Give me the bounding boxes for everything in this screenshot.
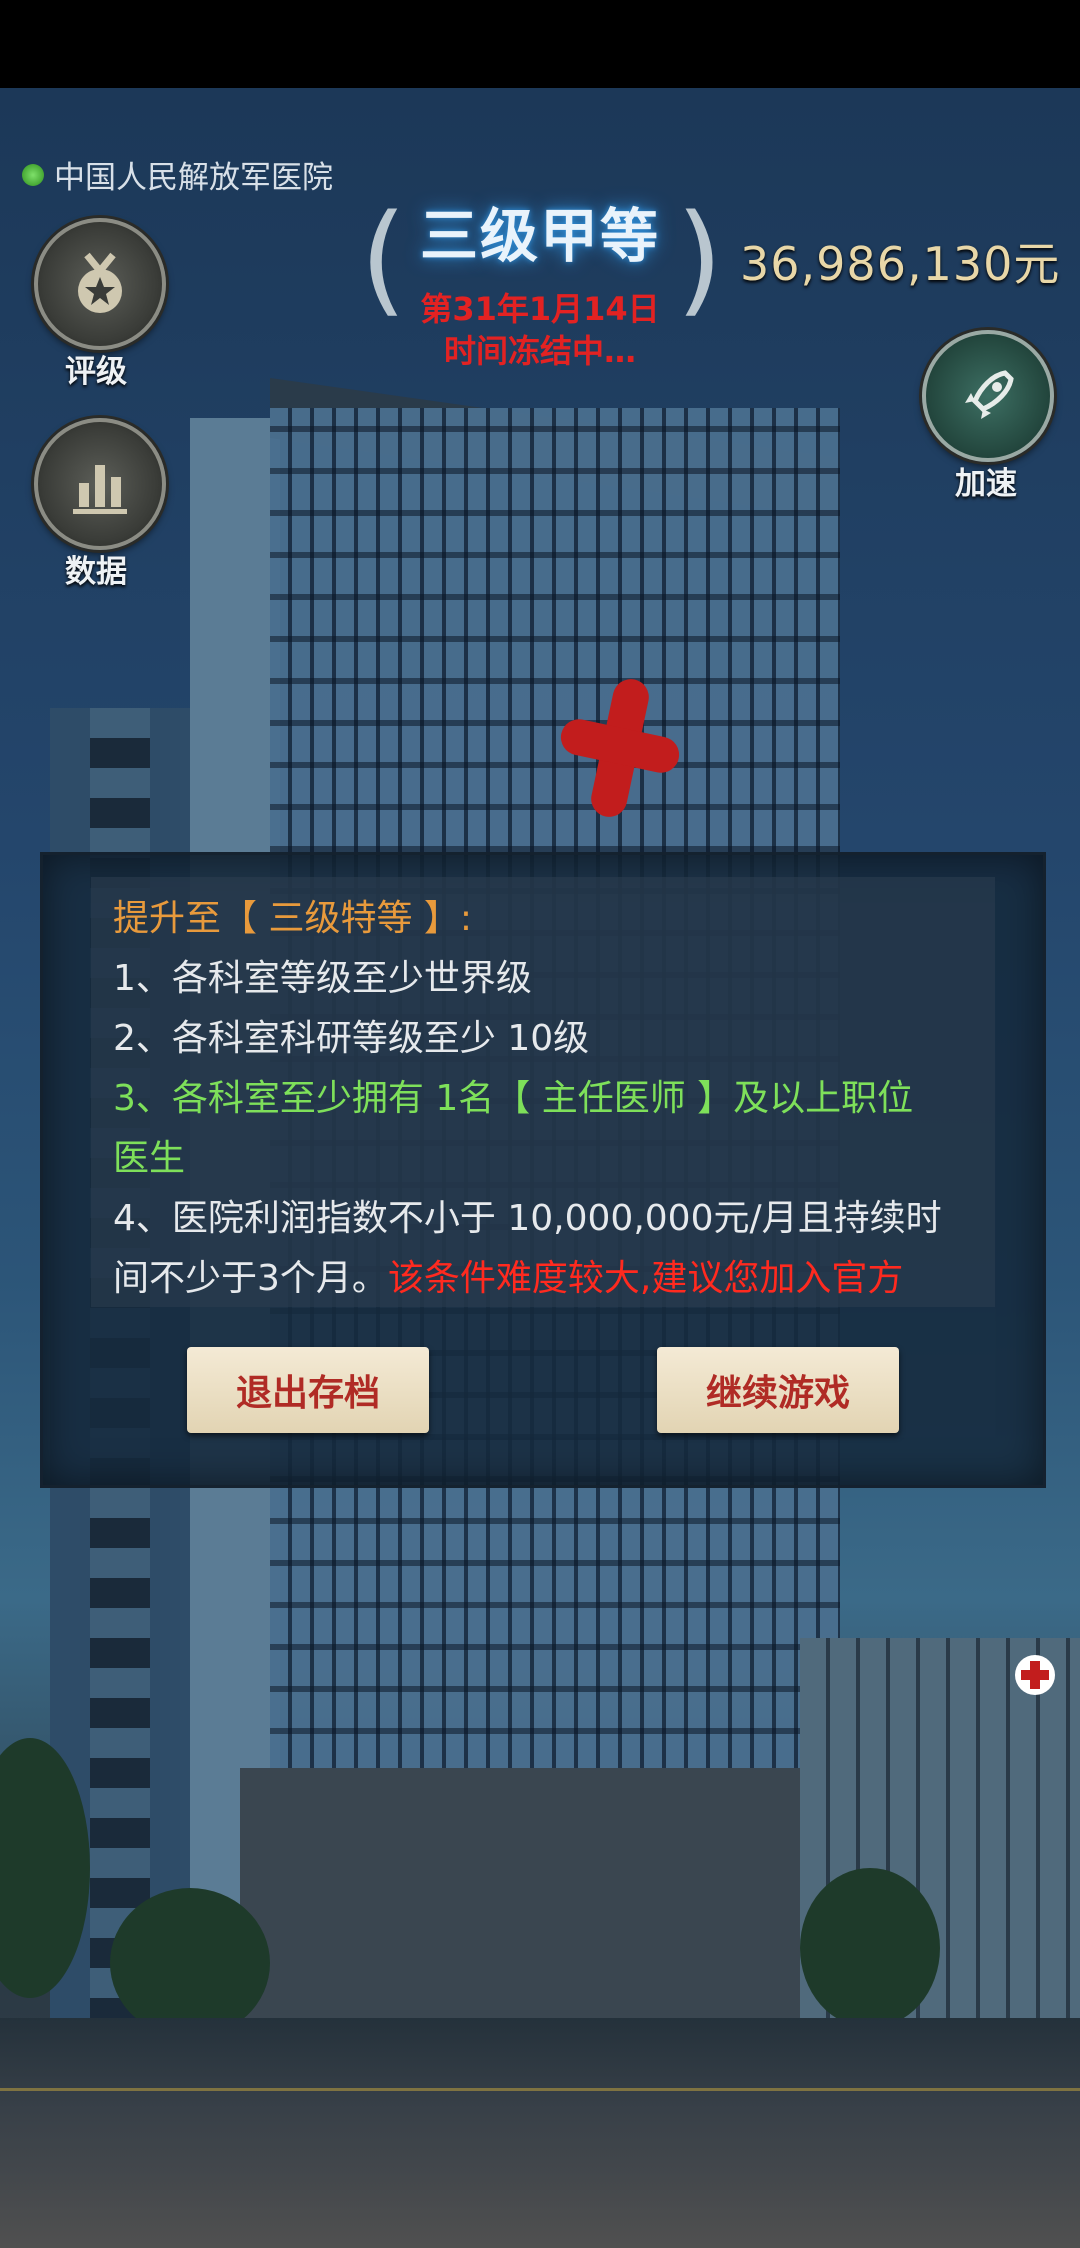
small-red-cross-icon bbox=[1015, 1655, 1055, 1695]
time-frozen-status: 时间冻结中… bbox=[443, 332, 636, 370]
medal-icon bbox=[38, 222, 162, 346]
dialog-title: 提升至【 三级特等 】: bbox=[113, 898, 473, 939]
bar-chart-icon bbox=[38, 422, 162, 546]
requirements-box: 提升至【 三级特等 】: 1、各科室等级至少世界级 2、各科室科研等级至少 10… bbox=[91, 877, 995, 1307]
hospital-name: 中国人民解放军医院 bbox=[22, 152, 333, 197]
requirement-4-text: 间不少于3个月。 bbox=[113, 1258, 388, 1299]
road-line bbox=[0, 2088, 1080, 2091]
data-label: 数据 bbox=[65, 554, 127, 590]
rank-title: 三级甲等 bbox=[419, 202, 660, 270]
requirement-3: 3、各科室至少拥有 1名【 主任医师 】及以上职位 bbox=[113, 1078, 914, 1119]
speed-label: 加速 bbox=[955, 466, 1017, 502]
rocket-icon bbox=[926, 334, 1050, 458]
street bbox=[0, 2018, 1080, 2248]
data-button[interactable] bbox=[34, 418, 166, 550]
tree bbox=[110, 1888, 270, 2038]
game-date-block: 第31年1月14日 时间冻结中… bbox=[380, 288, 700, 372]
tree bbox=[800, 1868, 940, 2028]
red-cross-logo bbox=[557, 675, 683, 821]
rating-button[interactable] bbox=[34, 218, 166, 350]
difficulty-warning: 该条件难度较大,建议您加入官方 bbox=[387, 1258, 904, 1299]
quit-save-button[interactable]: 退出存档 bbox=[187, 1347, 429, 1433]
upgrade-dialog: 提升至【 三级特等 】: 1、各科室等级至少世界级 2、各科室科研等级至少 10… bbox=[40, 852, 1046, 1488]
requirement-1: 1、各科室等级至少世界级 bbox=[113, 958, 532, 999]
rating-label: 评级 bbox=[65, 354, 127, 390]
lower-wing bbox=[240, 1768, 840, 2018]
requirement-2: 2、各科室科研等级至少 10级 bbox=[113, 1018, 590, 1059]
requirement-4-cont: 间不少于3个月。该条件难度较大,建议您加入官方 bbox=[113, 1249, 903, 1307]
requirement-4: 4、医院利润指数不小于 10,000,000元/月且持续时 bbox=[113, 1198, 942, 1239]
money-counter: 36,986,130元 bbox=[740, 237, 1061, 291]
requirement-3-cont: 医生 bbox=[113, 1138, 186, 1179]
continue-game-button[interactable]: 继续游戏 bbox=[657, 1347, 899, 1433]
hospital-rank: 三级甲等 bbox=[380, 188, 700, 288]
game-date: 第31年1月14日 bbox=[420, 290, 660, 328]
hospital-name-text: 中国人民解放军医院 bbox=[54, 160, 333, 196]
online-status-icon bbox=[22, 163, 44, 186]
speed-button[interactable] bbox=[922, 330, 1054, 462]
status-bar bbox=[0, 0, 1080, 88]
